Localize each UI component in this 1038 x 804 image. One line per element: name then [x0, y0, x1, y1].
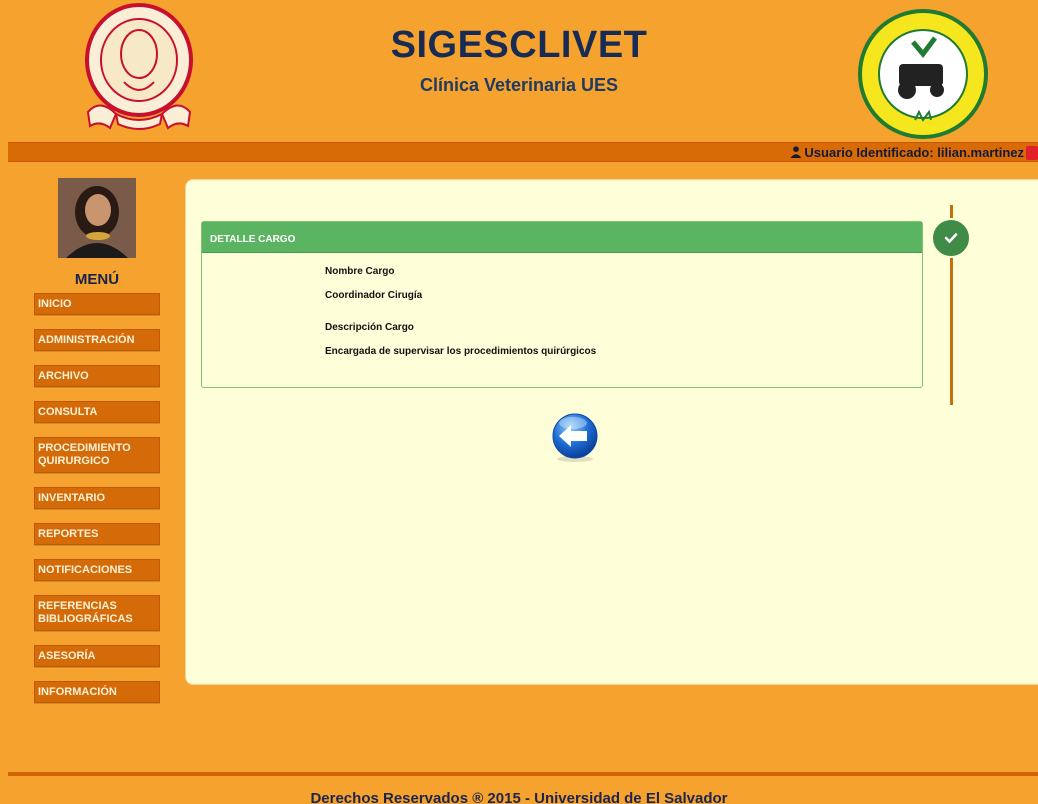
footer-copyright: Derechos Reservados ® 2015 - Universidad… [310, 790, 728, 804]
field-label-descripcion-cargo: Descripción Cargo [325, 322, 414, 333]
user-bar: Usuario Identificado: lilian.martinez [8, 142, 1038, 162]
field-label-nombre-cargo: Nombre Cargo [325, 266, 395, 277]
menu-item-consulta[interactable]: CONSULTA [34, 401, 160, 423]
fca-logo [858, 9, 988, 139]
user-avatar [58, 178, 136, 258]
field-value-descripcion-cargo: Encargada de supervisar los procedimient… [325, 346, 597, 357]
user-identity-text: Usuario Identificado: lilian.martinez [804, 145, 1024, 160]
back-arrow-icon[interactable] [549, 412, 601, 464]
menu-item-informacion[interactable]: INFORMACIÓN [34, 681, 160, 703]
menu-item-administracion[interactable]: ADMINISTRACIÓN [34, 329, 160, 351]
menu-item-asesoria[interactable]: ASESORÍA [34, 645, 160, 667]
menu-item-archivo[interactable]: ARCHIVO [34, 365, 160, 387]
ues-logo [85, 3, 193, 130]
detail-card-heading: DETALLE CARGO [202, 222, 922, 253]
avatar-image [58, 178, 136, 258]
menu-title: MENÚ [74, 271, 120, 288]
menu-item-reportes[interactable]: REPORTES [34, 523, 160, 545]
page-header: SIGESCLIVET Clínica Veterinaria UES [0, 0, 1038, 142]
user-identity: Usuario Identificado: lilian.martinez [790, 145, 1024, 160]
menu-item-inventario[interactable]: INVENTARIO [34, 487, 160, 509]
footer-divider [8, 772, 1038, 776]
timeline-badge [931, 218, 971, 258]
field-value-nombre-cargo: Coordinador Cirugía [325, 290, 423, 301]
power-icon[interactable] [1026, 146, 1038, 160]
menu-item-procedimiento-quirurgico[interactable]: PROCEDIMIENTO QUIRURGICO [34, 437, 160, 473]
menu-item-notificaciones[interactable]: NOTIFICACIONES [34, 559, 160, 581]
menu-item-referencias-bibliograficas[interactable]: REFERENCIAS BIBLIOGRÁFICAS [34, 595, 160, 631]
menu-item-inicio[interactable]: INICIO [34, 293, 160, 315]
user-icon [790, 146, 802, 158]
detail-card: DETALLE CARGO Nombre Cargo Coordinador C… [201, 221, 923, 388]
check-icon [944, 233, 958, 244]
